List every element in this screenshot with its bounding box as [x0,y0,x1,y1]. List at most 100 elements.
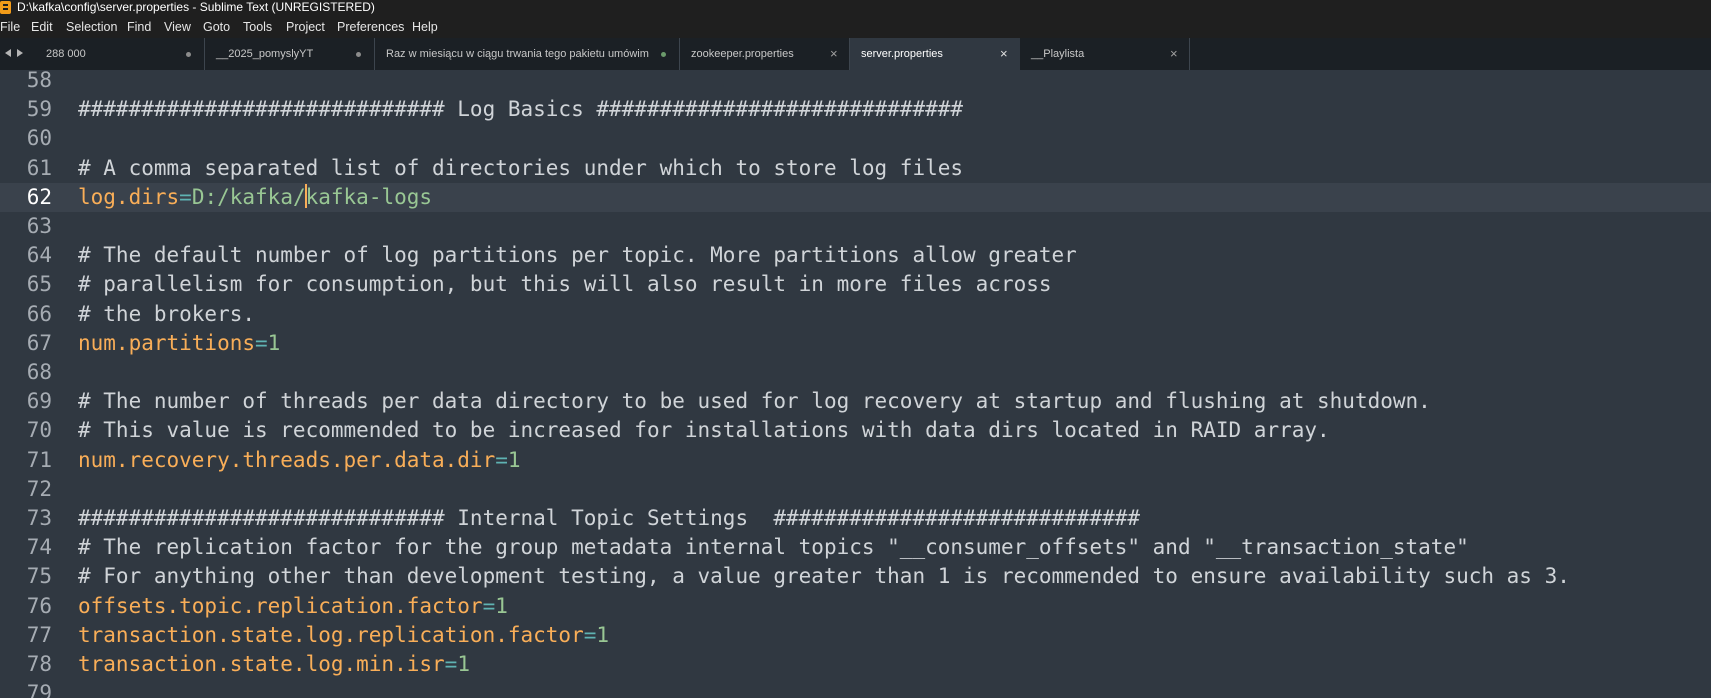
comment-text: # This value is recommended to be increa… [78,418,1330,443]
sublime-text-icon [0,1,11,14]
code-line[interactable]: 75 # For anything other than development … [0,562,1711,591]
line-number: 59 [26,97,52,122]
code-text: offsets.topic.replication.factor=1 [78,592,508,621]
line-number: 58 [26,70,52,92]
menu-goto[interactable]: Goto [203,16,230,38]
code-line[interactable]: 65 # parallelism for consumption, but thi… [0,270,1711,299]
line-number: 77 [26,622,52,647]
code-line[interactable]: 60 [0,124,1711,153]
tab-288-000[interactable]: 288 000 [35,38,205,70]
close-tab-icon[interactable]: × [1170,38,1178,70]
property-key: transaction.state.log.min.isr [78,652,445,676]
code-line[interactable]: 63 [0,212,1711,241]
comment-text: # the brokers. [78,301,256,326]
property-value: 1 [495,593,508,618]
code-line[interactable]: 77 transaction.state.log.replication.fact… [0,621,1711,650]
line-number: 75 [26,564,52,589]
code-line[interactable]: 71 num.recovery.threads.per.data.dir=1 [0,446,1711,475]
code-line[interactable]: 72 [0,475,1711,504]
line-number: 70 [26,418,52,443]
equals-operator: = [255,330,268,355]
code-line[interactable]: 69 # The number of threads per data direc… [0,387,1711,416]
code-line[interactable]: 62 log.dirs=D:/kafka/kafka-logs [0,182,1711,212]
line-number: 73 [26,506,52,530]
tab-zookeeper-properties[interactable]: zookeeper.properties × [680,38,850,70]
equals-operator: = [179,184,192,209]
line-number: 72 [26,476,52,501]
line-number: 68 [26,360,52,384]
close-tab-icon[interactable]: × [830,38,838,70]
line-number: 79 [26,681,52,698]
tab-label: zookeeper.properties [691,48,794,60]
equals-operator: = [495,447,508,472]
property-key: offsets.topic.replication.factor [78,593,483,618]
code-line[interactable]: 59 ############################# Log Basi… [0,95,1711,124]
property-value: 1 [267,330,281,355]
equals-operator: = [482,593,496,618]
property-key: num.recovery.threads.per.data.dir [78,447,496,472]
comment-text: # parallelism for consumption, but this … [78,272,1052,297]
line-number: 61 [26,155,52,180]
property-value: 1 [457,652,470,676]
line-number: 65 [26,272,52,297]
comment-text: # For anything other than development te… [78,564,1570,589]
code-text: ############################# Log Basics… [78,95,963,124]
line-number: 63 [26,214,52,238]
scroll-tabs-right-icon[interactable] [17,49,23,57]
tab-label: 288 000 [46,48,86,60]
code-line[interactable]: 73 ############################# Internal… [0,504,1711,533]
close-tab-icon[interactable]: × [1000,38,1008,70]
comment-text: # The default number of log partitions p… [78,243,1077,268]
code-line[interactable]: 74 # The replication factor for the group… [0,533,1711,562]
code-text: # parallelism for consumption, but this … [78,270,1052,299]
unsaved-indicator-icon[interactable] [356,52,361,57]
menu-bar: File Edit Selection Find View Goto Tools Projec… [0,16,1711,38]
tab-raz-w-miesi-cu-w-ci-gu-trwania-tego-pakietu-um-wim[interactable]: Raz w miesiącu w ciągu trwania tego paki… [375,38,680,70]
code-text: transaction.state.log.replication.factor… [78,621,609,650]
code-line[interactable]: 61 # A comma separated list of directorie… [0,154,1711,183]
tab-label: __2025_pomyslyYT [216,48,314,60]
comment-text: ############################# Log Basics… [78,97,964,122]
menu-project[interactable]: Project [286,16,325,38]
code-line[interactable]: 67 num.partitions=1 [0,329,1711,358]
code-line[interactable]: 76 offsets.topic.replication.factor=1 [0,592,1711,621]
code-text: # A comma separated list of directories … [78,154,963,183]
code-line[interactable]: 66 # the brokers. [0,300,1711,329]
code-line[interactable]: 79 [0,679,1711,698]
equals-operator: = [583,622,597,647]
property-value: D:/kafka/ [191,184,306,209]
editor-view[interactable]: 58 59 ############################# Log Ba… [0,70,1711,698]
menu-preferences[interactable]: Preferences [337,16,404,38]
code-line[interactable]: 68 [0,358,1711,387]
code-text: transaction.state.log.min.isr=1 [78,650,470,679]
menu-edit[interactable]: Edit [31,16,53,38]
scroll-tabs-left-icon[interactable] [5,49,11,57]
line-number: 76 [26,593,52,618]
code-line[interactable]: 78 transaction.state.log.min.isr=1 [0,650,1711,679]
line-number: 71 [26,447,52,472]
line-number: 74 [26,535,52,560]
menu-selection[interactable]: Selection [66,16,117,38]
tab-bar: 288 000 __2025_pomyslyYT Raz w miesiącu w … [0,38,1711,70]
title-bar: D:\kafka\config\server.properties - Subl… [0,0,1711,16]
menu-file[interactable]: File [0,16,20,38]
unsaved-indicator-icon[interactable] [186,52,191,57]
code-line[interactable]: 70 # This value is recommended to be incr… [0,416,1711,445]
code-line[interactable]: 64 # The default number of log partitions… [0,241,1711,270]
menu-tools[interactable]: Tools [243,16,272,38]
tab-server-properties[interactable]: server.properties × [850,38,1020,70]
code-line[interactable]: 58 [0,70,1711,95]
tab-playlista[interactable]: __Playlista × [1020,38,1190,70]
menu-view[interactable]: View [164,16,191,38]
code-text: # For anything other than development te… [78,562,1570,591]
property-key: num.partitions [78,330,256,355]
comment-text: # The replication factor for the group m… [78,535,1469,560]
property-key: log.dirs [78,184,180,209]
menu-help[interactable]: Help [412,16,438,38]
property-key: transaction.state.log.replication.factor [78,622,584,647]
property-value: 1 [596,622,610,647]
menu-find[interactable]: Find [127,16,151,38]
line-number: 67 [26,330,52,355]
tab-2025-pomyslyyt[interactable]: __2025_pomyslyYT [205,38,375,70]
unsaved-indicator-icon[interactable] [661,52,666,57]
